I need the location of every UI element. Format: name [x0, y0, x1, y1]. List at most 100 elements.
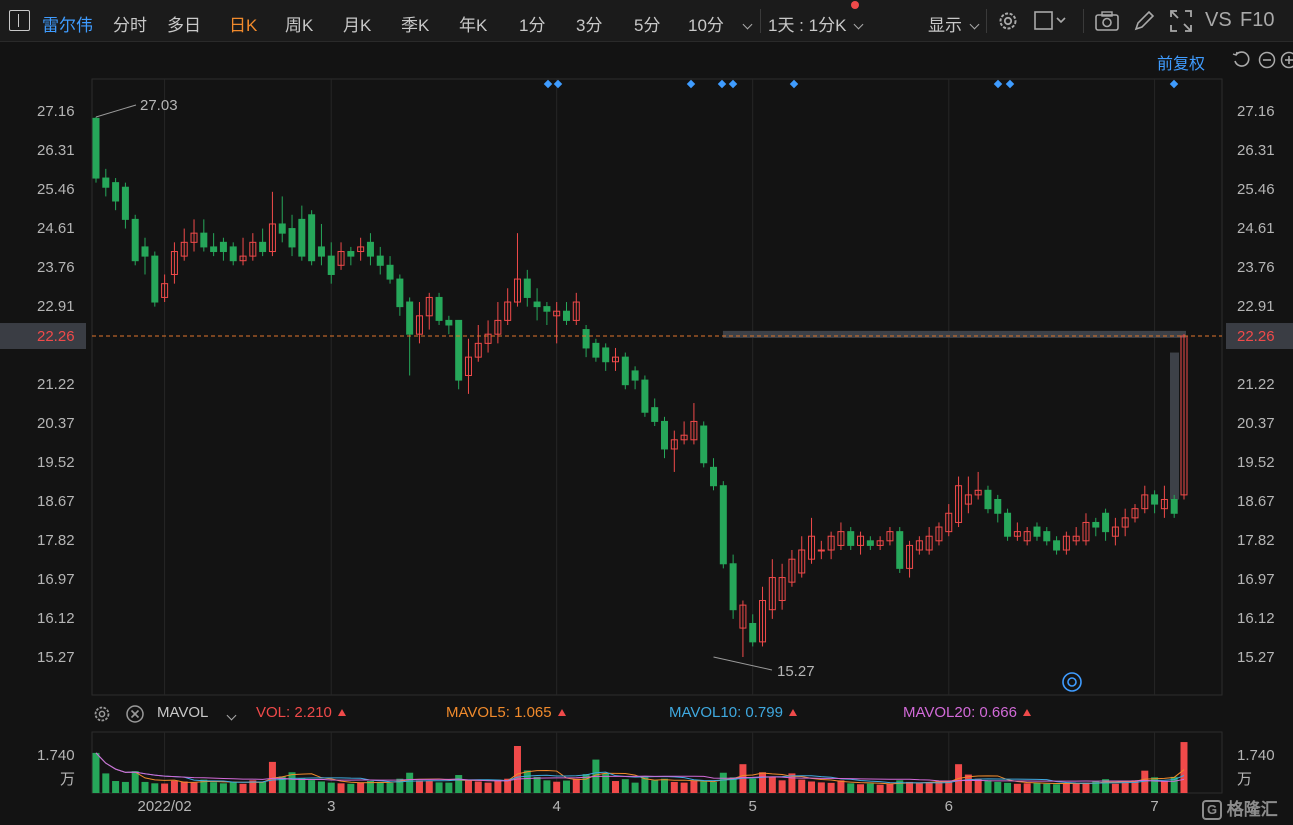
- period-tab-weekly[interactable]: 周K: [285, 11, 313, 36]
- last-price-label-right: 22.26: [1237, 328, 1275, 345]
- event-marker-icon[interactable]: [1005, 79, 1015, 89]
- candle-body: [533, 301, 541, 308]
- candle-body: [602, 347, 610, 363]
- candle-body: [631, 370, 639, 381]
- event-marker-icon[interactable]: [717, 79, 727, 89]
- event-marker-icon[interactable]: [1169, 79, 1179, 89]
- volume-bar: [641, 777, 649, 793]
- candle-body: [700, 425, 708, 464]
- y-tick-label-left: 20.37: [37, 415, 75, 432]
- f10-button[interactable]: F10: [1240, 9, 1274, 32]
- y-tick-label-right: 24.61: [1237, 220, 1275, 237]
- min-price-label: 15.27: [777, 663, 815, 680]
- candle-body: [131, 218, 139, 262]
- indicator-settings-icon[interactable]: [92, 704, 112, 724]
- indicator-name[interactable]: MAVOL: [157, 704, 208, 721]
- volume-bar: [102, 773, 110, 793]
- volume-bar: [357, 782, 365, 793]
- layout-square-icon[interactable]: [1033, 8, 1066, 34]
- event-marker-icon[interactable]: [993, 79, 1003, 89]
- camera-icon[interactable]: [1094, 8, 1120, 34]
- candle-body: [92, 117, 100, 179]
- y-tick-label-left: 18.67: [37, 493, 75, 510]
- pencil-draw-icon[interactable]: [1131, 8, 1157, 34]
- indicator-close-icon[interactable]: [125, 704, 145, 724]
- y-tick-label-left: 23.76: [37, 259, 75, 276]
- candle-body: [523, 278, 531, 298]
- event-marker-icon[interactable]: [789, 79, 799, 89]
- period-tab-monthly[interactable]: 月K: [343, 11, 371, 36]
- period-tab-10min[interactable]: 10分: [688, 11, 724, 36]
- period-tab-multiday[interactable]: 多日: [167, 11, 201, 36]
- stock-name[interactable]: 雷尔伟: [42, 11, 93, 36]
- period-tab-quarterly[interactable]: 季K: [401, 11, 429, 36]
- volume-bar: [425, 781, 433, 793]
- volume-bar: [533, 776, 541, 793]
- brand-name: 格隆汇: [1226, 800, 1278, 819]
- volume-bar: [562, 780, 570, 793]
- candle-body: [288, 228, 296, 248]
- volume-bar: [523, 770, 531, 793]
- x-tick-label: 4: [553, 798, 561, 815]
- indicator-dropdown[interactable]: [226, 706, 237, 723]
- volume-axis-unit-left: 万: [60, 771, 75, 788]
- y-tick-label-left: 19.52: [37, 454, 75, 471]
- y-tick-label-left: 16.97: [37, 571, 75, 588]
- volume-bar: [1062, 783, 1070, 793]
- candle-body: [1033, 526, 1041, 537]
- candle-body: [327, 255, 335, 275]
- volume-bar: [984, 780, 992, 793]
- event-marker-icon[interactable]: [553, 79, 563, 89]
- event-marker-icon[interactable]: [543, 79, 553, 89]
- display-dropdown[interactable]: 显示: [928, 11, 980, 36]
- candle-body: [1151, 494, 1159, 505]
- candle-body: [896, 531, 904, 569]
- vs-compare-button[interactable]: VS: [1205, 9, 1232, 32]
- candle-body: [229, 246, 237, 262]
- event-marker-icon[interactable]: [728, 79, 738, 89]
- zoom-in-icon[interactable]: [1280, 51, 1293, 69]
- volume-bar: [876, 784, 884, 793]
- volume-bar: [1033, 782, 1041, 793]
- volume-bar: [670, 781, 678, 793]
- zoom-out-icon[interactable]: [1258, 51, 1276, 69]
- period-tab-5min[interactable]: 5分: [634, 11, 660, 36]
- brand-logo-icon: G: [1202, 800, 1222, 820]
- candle-body: [749, 622, 757, 643]
- volume-bar: [621, 779, 629, 793]
- candle-body: [445, 319, 453, 326]
- stock-selector-icon[interactable]: [9, 10, 30, 31]
- volume-bar: [817, 782, 825, 793]
- at-marker-icon[interactable]: [1062, 672, 1082, 692]
- period-tab-3min[interactable]: 3分: [576, 11, 602, 36]
- reset-icon[interactable]: [1232, 51, 1250, 69]
- candle-body: [112, 182, 120, 202]
- period-tab-daily[interactable]: 日K: [229, 11, 257, 36]
- volume-bar: [886, 783, 894, 793]
- candle-body: [710, 466, 718, 487]
- interval-selector[interactable]: 1天 : 1分K: [768, 11, 864, 36]
- mavol20-label: MAVOL20: 0.666: [903, 704, 1017, 721]
- volume-bar: [219, 783, 227, 793]
- volume-bar: [239, 783, 247, 793]
- chevron-down-icon: [226, 710, 237, 721]
- period-tab-1min[interactable]: 1分: [519, 11, 545, 36]
- volume-bar: [778, 780, 786, 793]
- mavol20-value: MAVOL20: 0.666: [903, 704, 1031, 721]
- candle-body: [661, 420, 669, 450]
- event-marker-icon[interactable]: [686, 79, 696, 89]
- period-more-dropdown[interactable]: [742, 13, 753, 33]
- fullscreen-icon[interactable]: [1168, 8, 1194, 34]
- volume-bar: [308, 780, 316, 793]
- period-tab-intraday[interactable]: 分时: [113, 11, 147, 36]
- volume-bar: [1023, 783, 1031, 793]
- mavol5-label: MAVOL5: 1.065: [446, 704, 552, 721]
- volume-bar: [210, 782, 218, 793]
- adjust-type-button[interactable]: 前复权: [1157, 50, 1205, 74]
- settings-gear-icon[interactable]: [995, 8, 1021, 34]
- period-tab-yearly[interactable]: 年K: [459, 11, 487, 36]
- volume-bar: [631, 782, 639, 793]
- y-tick-label-right: 18.67: [1237, 493, 1275, 510]
- candle-body: [562, 310, 570, 321]
- volume-bar: [847, 783, 855, 793]
